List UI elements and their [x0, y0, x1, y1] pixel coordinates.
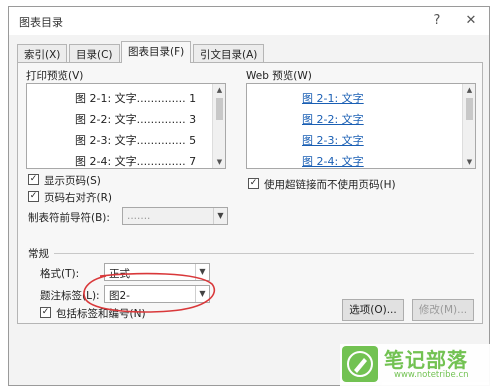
print-preview-entry: 图 2-1: 文字.............. 1 [75, 92, 197, 105]
chevron-down-icon[interactable]: ▼ [213, 208, 227, 224]
show-page-numbers-label: 显示页码(S) [44, 175, 101, 187]
help-icon[interactable]: ? [427, 11, 447, 31]
window-title: 图表目录 [19, 16, 63, 29]
scroll-up-icon[interactable]: ▲ [463, 84, 475, 96]
show-page-numbers-checkbox[interactable]: ✓ [28, 174, 39, 185]
print-preview-scrollbar[interactable]: ▲ ▼ [212, 84, 225, 168]
watermark-url: www.notetribe.cn [394, 370, 469, 380]
tab-leader-label: 制表符前导符(B): [28, 212, 110, 224]
title-bar: 图表目录 ? ✕ [9, 7, 489, 35]
right-align-label: 页码右对齐(R) [44, 192, 112, 204]
options-button[interactable]: 选项(O)... [342, 299, 404, 321]
scroll-down-icon[interactable]: ▼ [213, 156, 225, 168]
web-preview-label: Web 预览(W) [246, 70, 312, 82]
tab-leader-select[interactable]: ....... ▼ [122, 207, 228, 225]
web-preview-link[interactable]: 图 2-3: 文字 [302, 132, 364, 148]
watermark-logo: 笔记部落 www.notetribe.cn [340, 344, 496, 386]
highlight-ellipse [83, 272, 216, 313]
toc-figures-dialog: 图表目录 ? ✕ 索引(X) 目录(C) 图表目录(F) 引文目录(A) 打印预… [8, 6, 490, 386]
web-preview-link[interactable]: 图 2-1: 文字 [302, 90, 364, 106]
tab-table-of-figures[interactable]: 图表目录(F) [121, 41, 192, 63]
web-preview-link[interactable]: 图 2-2: 文字 [302, 111, 364, 127]
scroll-up-icon[interactable]: ▲ [213, 84, 225, 96]
web-preview-scrollbar[interactable]: ▲ ▼ [462, 84, 475, 168]
group-divider [54, 253, 474, 254]
right-align-checkbox[interactable]: ✓ [28, 191, 39, 202]
scroll-thumb[interactable] [216, 98, 223, 120]
tab-toc[interactable]: 目录(C) [69, 44, 120, 62]
use-hyperlinks-checkbox[interactable]: ✓ [248, 178, 259, 189]
print-preview-box: 图 2-1: 文字.............. 1 图 2-2: 文字.....… [26, 83, 226, 169]
close-icon[interactable]: ✕ [461, 11, 481, 31]
tab-leader-value: ....... [127, 210, 151, 222]
scroll-thumb[interactable] [466, 98, 473, 120]
web-preview-link[interactable]: 图 2-4: 文字 [302, 153, 364, 168]
print-preview-label: 打印预览(V) [26, 70, 84, 82]
general-group-label: 常规 [28, 248, 49, 260]
include-label-checkbox[interactable]: ✓ [40, 307, 51, 318]
web-preview-box: 图 2-1: 文字 图 2-2: 文字 图 2-3: 文字 图 2-4: 文字 … [246, 83, 476, 169]
print-preview-entry: 图 2-3: 文字.............. 5 [75, 134, 197, 147]
use-hyperlinks-label: 使用超链接而不使用页码(H) [264, 179, 396, 191]
tab-index[interactable]: 索引(X) [17, 44, 68, 62]
modify-button[interactable]: 修改(M)... [412, 299, 474, 321]
print-preview-entry: 图 2-4: 文字.............. 7 [75, 155, 197, 168]
tab-table-of-authorities[interactable]: 引文目录(A) [193, 44, 265, 62]
watermark-name: 笔记部落 [384, 348, 468, 372]
scroll-down-icon[interactable]: ▼ [463, 156, 475, 168]
pencil-icon [342, 346, 378, 382]
format-label: 格式(T): [40, 268, 80, 280]
print-preview-entry: 图 2-2: 文字.............. 3 [75, 113, 197, 126]
